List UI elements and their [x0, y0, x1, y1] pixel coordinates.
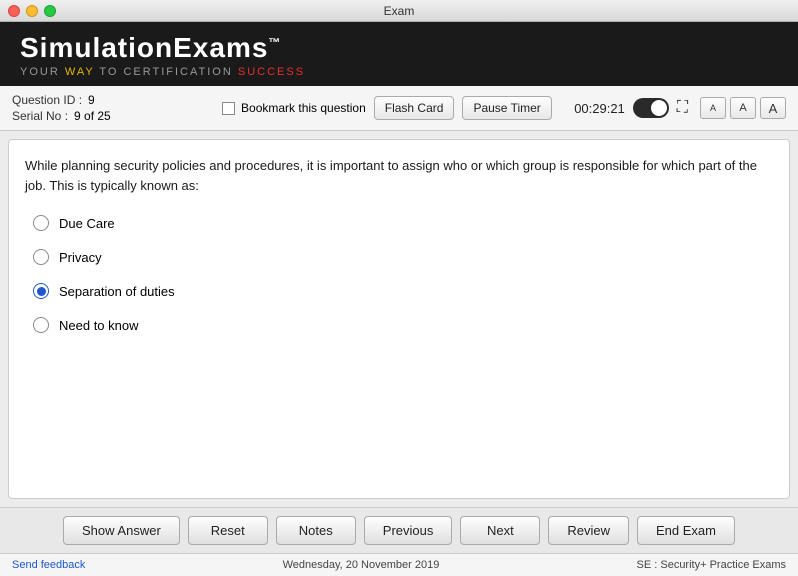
- answer-option-a[interactable]: Due Care: [33, 215, 773, 231]
- flash-card-button[interactable]: Flash Card: [374, 96, 455, 120]
- answer-options: Due Care Privacy Separation of duties Need …: [25, 215, 773, 333]
- trademark: ™: [268, 36, 281, 50]
- question-area: While planning security policies and pro…: [8, 139, 790, 499]
- answer-label-a: Due Care: [59, 216, 115, 231]
- serial-no-label: Serial No :: [12, 109, 68, 123]
- answer-option-c[interactable]: Separation of duties: [33, 283, 773, 299]
- answer-option-b[interactable]: Privacy: [33, 249, 773, 265]
- radio-c[interactable]: [33, 283, 49, 299]
- radio-a[interactable]: [33, 215, 49, 231]
- subtitle-to: TO CERTIFICATION: [99, 66, 232, 78]
- toggle-knob: [651, 100, 667, 116]
- question-info-row: Question ID : 9 Serial No : 9 of 25: [12, 92, 214, 124]
- review-button[interactable]: Review: [548, 516, 629, 545]
- brand-title: SimulationExams™: [20, 32, 281, 64]
- expand-icon[interactable]: ⛶: [677, 99, 688, 117]
- bookmark-area[interactable]: Bookmark this question: [222, 101, 366, 115]
- font-medium-button[interactable]: A: [730, 97, 756, 119]
- bookmark-checkbox[interactable]: [222, 102, 235, 115]
- subtitle-success: SUCCESS: [238, 66, 305, 78]
- question-id-value: 9: [88, 93, 95, 107]
- brand-subtitle: YOUR WAY TO CERTIFICATION SUCCESS: [20, 66, 305, 78]
- answer-option-d[interactable]: Need to know: [33, 317, 773, 333]
- info-bar: Question ID : 9 Serial No : 9 of 25 Book…: [0, 86, 798, 131]
- footer: Send feedback Wednesday, 20 November 201…: [0, 553, 798, 576]
- answer-label-d: Need to know: [59, 318, 139, 333]
- question-id-row: Question ID : 9: [12, 92, 214, 108]
- footer-date: Wednesday, 20 November 2019: [283, 559, 440, 571]
- previous-button[interactable]: Previous: [364, 516, 453, 545]
- radio-d[interactable]: [33, 317, 49, 333]
- answer-label-b: Privacy: [59, 250, 102, 265]
- feedback-link[interactable]: Send feedback: [12, 559, 85, 571]
- serial-no-value: 9 of 25: [74, 109, 111, 123]
- font-large-button[interactable]: A: [760, 97, 786, 119]
- notes-button[interactable]: Notes: [276, 516, 356, 545]
- traffic-lights: [8, 5, 56, 17]
- brand-header: SimulationExams™ YOUR WAY TO CERTIFICATI…: [0, 22, 798, 86]
- reset-button[interactable]: Reset: [188, 516, 268, 545]
- title-bar: Exam: [0, 0, 798, 22]
- serial-no-row: Serial No : 9 of 25: [12, 108, 214, 124]
- toggle-switch[interactable]: [633, 98, 669, 118]
- font-small-button[interactable]: A: [700, 97, 726, 119]
- main-container: SimulationExams™ YOUR WAY TO CERTIFICATI…: [0, 22, 798, 576]
- end-exam-button[interactable]: End Exam: [637, 516, 735, 545]
- subtitle-way: WAY: [65, 66, 100, 78]
- subtitle-your: YOUR: [20, 66, 60, 78]
- action-bar: Show Answer Reset Notes Previous Next Re…: [0, 507, 798, 553]
- timer-display: 00:29:21: [560, 101, 625, 116]
- answer-label-c: Separation of duties: [59, 284, 175, 299]
- font-size-buttons: A A A: [700, 97, 786, 119]
- close-button[interactable]: [8, 5, 20, 17]
- maximize-button[interactable]: [44, 5, 56, 17]
- window-title: Exam: [384, 4, 415, 18]
- bookmark-label: Bookmark this question: [241, 101, 366, 115]
- pause-timer-button[interactable]: Pause Timer: [462, 96, 551, 120]
- radio-b[interactable]: [33, 249, 49, 265]
- radio-inner-c: [37, 287, 46, 296]
- minimize-button[interactable]: [26, 5, 38, 17]
- question-id-label: Question ID :: [12, 93, 82, 107]
- footer-product: SE : Security+ Practice Exams: [637, 559, 786, 571]
- show-answer-button[interactable]: Show Answer: [63, 516, 180, 545]
- question-text: While planning security policies and pro…: [25, 156, 773, 195]
- next-button[interactable]: Next: [460, 516, 540, 545]
